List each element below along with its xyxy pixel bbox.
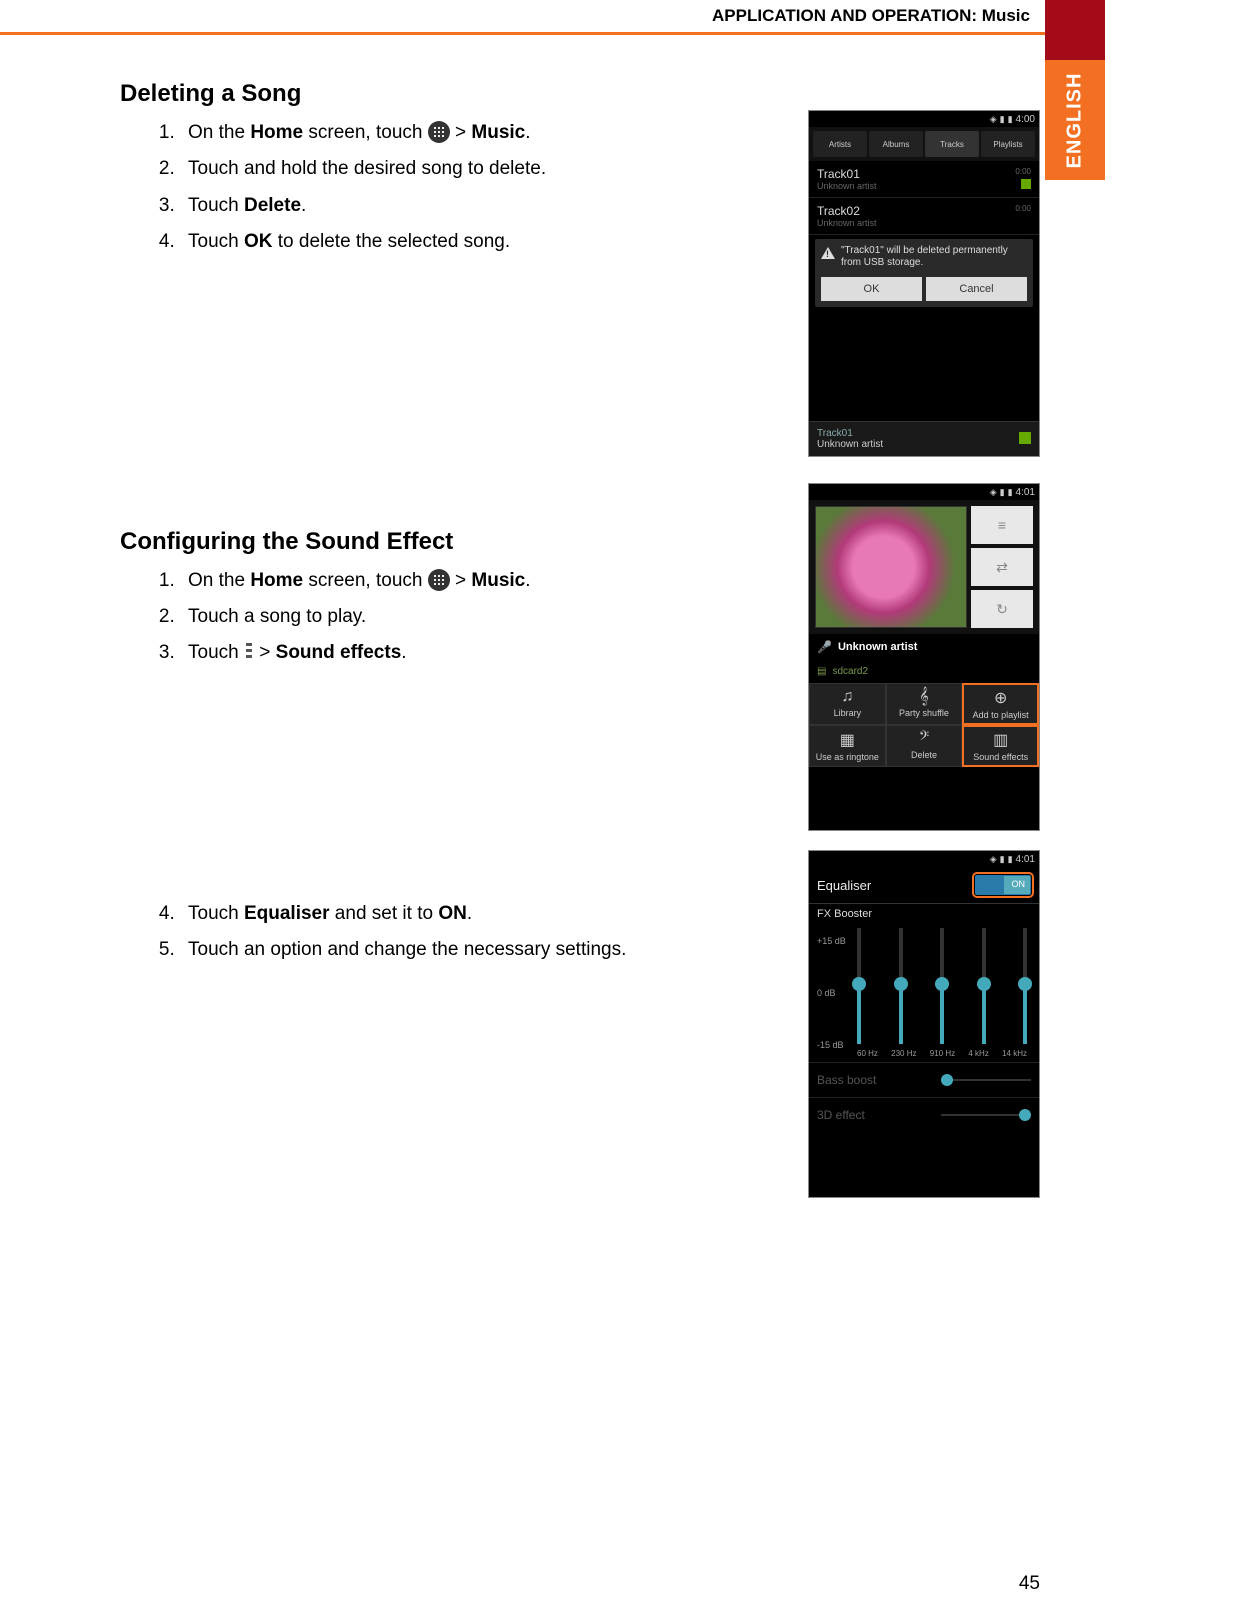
album-art	[815, 506, 967, 628]
battery-icon: ▮	[1008, 854, 1013, 865]
3d-effect-row[interactable]: 3D effect	[809, 1097, 1039, 1132]
header-accent-block	[1045, 0, 1105, 60]
music-tabs: Artists Albums Tracks Playlists	[809, 127, 1039, 161]
freq-label: 910 Hz	[930, 1049, 955, 1058]
storage-row: ▤ sdcard2	[809, 660, 1039, 683]
freq-label: 60 Hz	[857, 1049, 878, 1058]
apps-icon	[428, 569, 450, 591]
wifi-icon: ◈	[990, 854, 997, 865]
track-row[interactable]: Track01 Unknown artist 0:00	[809, 161, 1039, 198]
warning-icon	[821, 247, 835, 259]
eq-band-slider[interactable]	[1023, 928, 1027, 1044]
tab-albums[interactable]: Albums	[869, 131, 923, 157]
freq-label: 4 kHz	[968, 1049, 988, 1058]
header-section-label: APPLICATION AND OPERATION: Music	[712, 6, 1030, 26]
status-bar: ◈ ▮ ▮ 4:00	[809, 111, 1039, 127]
sdcard-icon: ▤	[817, 666, 826, 677]
clock: 4:01	[1016, 487, 1035, 498]
add-icon: ⊕	[965, 688, 1036, 708]
options-menu: ♫Library 𝄞Party shuffle ⊕Add to playlist…	[809, 683, 1039, 767]
party-shuffle-icon: 𝄞	[889, 688, 960, 706]
eq-band-slider[interactable]	[857, 928, 861, 1044]
signal-icon: ▮	[1000, 114, 1005, 125]
tab-tracks[interactable]: Tracks	[925, 131, 979, 157]
3d-slider[interactable]	[941, 1114, 1031, 1116]
status-bar: ◈ ▮ ▮ 4:01	[809, 851, 1039, 867]
scale-label: 0 dB	[817, 988, 851, 998]
repeat-button[interactable]: ↻	[971, 590, 1033, 628]
signal-icon: ▮	[1000, 487, 1005, 498]
tab-artists[interactable]: Artists	[813, 131, 867, 157]
equaliser-title: Equaliser	[817, 878, 871, 893]
menu-delete[interactable]: 𝄢Delete	[886, 725, 963, 767]
now-playing-bar[interactable]: Track01 Unknown artist	[809, 421, 1039, 456]
freq-label: 230 Hz	[891, 1049, 916, 1058]
eq-band-slider[interactable]	[899, 928, 903, 1044]
apps-icon	[428, 121, 450, 143]
language-tab-label: ENGLISH	[1064, 72, 1087, 168]
delete-confirm-dialog: "Track01" will be deleted permanently fr…	[815, 239, 1033, 307]
heading-deleting-song: Deleting a Song	[120, 80, 1010, 108]
playing-indicator-icon	[1021, 179, 1031, 189]
clock: 4:00	[1016, 114, 1035, 125]
play-icon	[1019, 432, 1031, 444]
page-number: 45	[1019, 1573, 1040, 1595]
scale-label: +15 dB	[817, 936, 851, 946]
header-rule	[0, 32, 1045, 35]
shuffle-button[interactable]: ⇄	[971, 548, 1033, 586]
status-bar: ◈ ▮ ▮ 4:01	[809, 484, 1039, 500]
menu-add-playlist[interactable]: ⊕Add to playlist	[962, 683, 1039, 725]
toggle-label: ON	[1012, 879, 1026, 889]
equaliser-body: +15 dB 0 dB -15 dB 60 Hz 230 Hz 910 Hz 4…	[817, 928, 1031, 1058]
equalizer-icon: ▥	[965, 730, 1036, 750]
screenshot-equaliser: ◈ ▮ ▮ 4:01 Equaliser ON FX Booster +15 d…	[808, 850, 1040, 1198]
menu-sound-effects[interactable]: ▥Sound effects	[962, 725, 1039, 767]
screenshot-sound-effects-menu: ◈ ▮ ▮ 4:01 ≡ ⇄ ↻ 🎤 Unknown artist ▤ sdca…	[808, 483, 1040, 831]
battery-icon: ▮	[1008, 114, 1013, 125]
menu-ringtone[interactable]: ▦Use as ringtone	[809, 725, 886, 767]
wifi-icon: ◈	[990, 114, 997, 125]
track-row[interactable]: Track02 Unknown artist 0:00	[809, 198, 1039, 235]
menu-party-shuffle[interactable]: 𝄞Party shuffle	[886, 683, 963, 725]
cancel-button[interactable]: Cancel	[926, 277, 1027, 301]
screenshot-delete-dialog: ◈ ▮ ▮ 4:00 Artists Albums Tracks Playlis…	[808, 110, 1040, 457]
dialog-message: "Track01" will be deleted permanently fr…	[841, 245, 1027, 269]
artist-row: 🎤 Unknown artist	[809, 634, 1039, 660]
wifi-icon: ◈	[990, 487, 997, 498]
signal-icon: ▮	[1000, 854, 1005, 865]
tab-playlists[interactable]: Playlists	[981, 131, 1035, 157]
queue-button[interactable]: ≡	[971, 506, 1033, 544]
equaliser-toggle[interactable]: ON	[975, 875, 1031, 895]
bass-boost-row[interactable]: Bass boost	[809, 1062, 1039, 1097]
freq-label: 14 kHz	[1002, 1049, 1027, 1058]
ok-button[interactable]: OK	[821, 277, 922, 301]
language-tab: ENGLISH	[1045, 60, 1105, 180]
battery-icon: ▮	[1008, 487, 1013, 498]
scale-label: -15 dB	[817, 1040, 851, 1050]
menu-library[interactable]: ♫Library	[809, 683, 886, 725]
clock: 4:01	[1016, 854, 1035, 865]
eq-band-slider[interactable]	[982, 928, 986, 1044]
library-icon: ♫	[812, 688, 883, 706]
artist-icon: 🎤	[817, 640, 832, 654]
delete-icon: 𝄢	[889, 730, 960, 748]
bass-slider[interactable]	[941, 1079, 1031, 1081]
ringtone-icon: ▦	[812, 730, 883, 750]
fx-booster-label[interactable]: FX Booster	[809, 904, 1039, 924]
overflow-menu-icon	[246, 643, 252, 661]
eq-band-slider[interactable]	[940, 928, 944, 1044]
